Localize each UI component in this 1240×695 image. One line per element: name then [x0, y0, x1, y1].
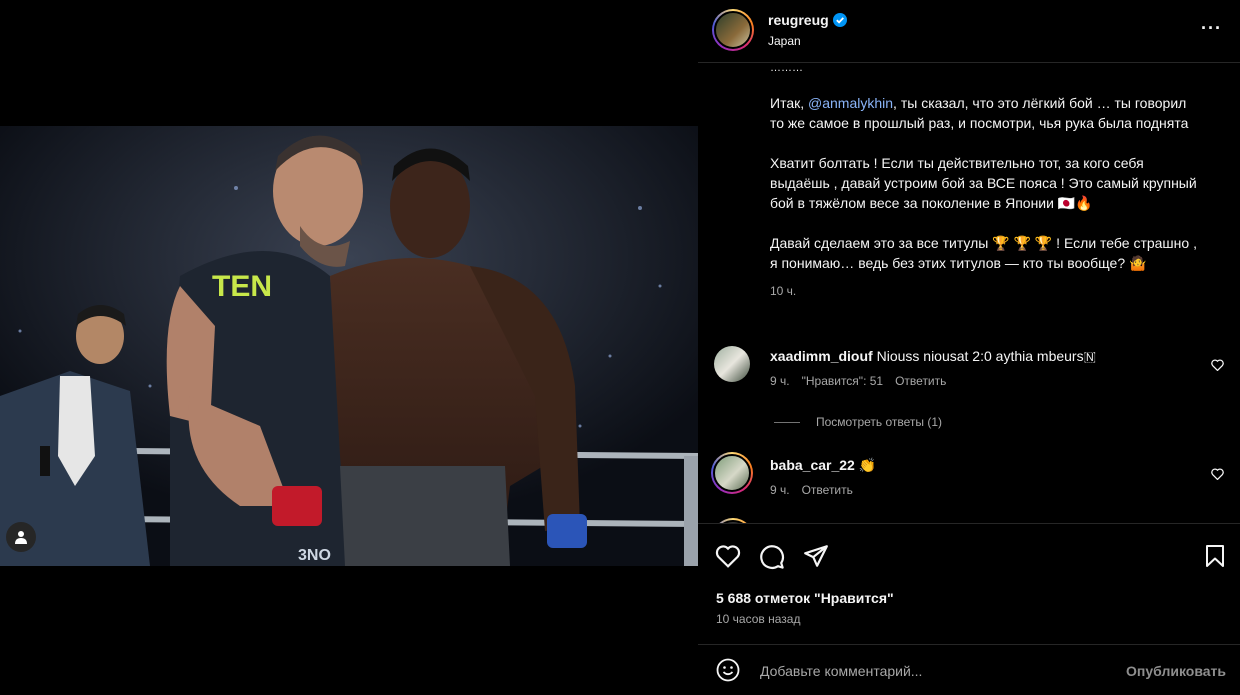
comment-time[interactable]: 9 ч. — [770, 483, 790, 497]
share-button[interactable] — [803, 544, 829, 573]
comment-text-row: baba_car_22 👏 — [770, 457, 1200, 474]
author-avatar[interactable] — [712, 9, 754, 51]
commenter-username[interactable]: xaadimm_diouf — [770, 348, 873, 364]
post-media: TEN 3NO — [0, 0, 698, 694]
mention-link[interactable]: @anmalykhin — [808, 95, 893, 111]
heart-icon — [1211, 359, 1224, 372]
heart-icon — [715, 545, 741, 568]
comment-reply-button[interactable]: Ответить — [802, 483, 853, 497]
author-username[interactable]: reugreug — [768, 12, 829, 28]
paper-plane-icon — [804, 545, 828, 567]
heart-icon — [1211, 468, 1224, 481]
view-replies-label: Посмотреть ответы (1) — [816, 415, 943, 429]
post-details-panel: reugreug Japan ··· ……… Итак, @anmalykhin… — [698, 0, 1240, 694]
commenter-username[interactable]: baba_car_22 — [770, 457, 855, 473]
caption-time[interactable]: 10 ч. — [770, 281, 1200, 301]
verified-badge-icon — [832, 13, 847, 27]
commenter-avatar[interactable] — [711, 452, 753, 494]
comment-text: Niouss niousat 2:0 aythia mbeurs🇳 — [876, 348, 1096, 364]
caption-paragraph-3: Давай сделаем это за все титулы 🏆 🏆 🏆 ! … — [770, 235, 1197, 271]
comment-item: xaadimm_diouf Niouss niousat 2:0 aythia … — [714, 346, 1224, 396]
user-tag-icon — [15, 531, 27, 544]
post-caption: ……… Итак, @anmalykhin, ты сказал, что эт… — [770, 63, 1200, 301]
post-time[interactable]: 10 часов назад — [716, 612, 800, 626]
emoji-button[interactable] — [716, 658, 740, 687]
comment-reply-button[interactable]: Ответить — [895, 374, 946, 388]
comment-input[interactable]: Добавьте комментарий... — [760, 663, 922, 679]
comment-likes[interactable]: "Нравится": 51 — [802, 374, 884, 388]
comment-bubble-icon — [760, 545, 784, 569]
smiley-icon — [716, 658, 740, 682]
tagged-users-button[interactable] — [6, 522, 36, 552]
comment-like-button[interactable] — [1211, 467, 1224, 485]
bookmark-icon — [1206, 545, 1224, 567]
caption-paragraph-1: Итак, @anmalykhin, ты сказал, что это лё… — [770, 93, 1200, 133]
post-header: reugreug Japan ··· — [698, 0, 1240, 63]
comment-item: baba_car_22 👏 9 ч. Ответить — [711, 452, 1224, 505]
glove-text: 3NO — [298, 547, 331, 564]
shirt-text: TEN — [212, 270, 272, 303]
comment-meta: 9 ч. "Нравится": 51 Ответить — [770, 374, 946, 388]
more-options-icon[interactable]: ··· — [1201, 18, 1222, 39]
post-location[interactable]: Japan — [768, 34, 801, 48]
publish-button[interactable]: Опубликовать — [1126, 663, 1226, 679]
caption-paragraph-2: Хватит болтать ! Если ты действительно т… — [770, 155, 1197, 211]
caption-dots: ……… — [770, 63, 803, 74]
comment-text: 👏 — [858, 457, 877, 473]
view-replies-button[interactable]: Посмотреть ответы (1) — [774, 415, 942, 429]
comment-like-button[interactable] — [1211, 358, 1224, 376]
likes-count[interactable]: 5 688 отметок "Нравится" — [716, 590, 894, 606]
post-photo[interactable]: TEN 3NO — [0, 126, 698, 566]
replies-divider — [774, 421, 800, 423]
photo-illustration: TEN 3NO — [0, 126, 698, 566]
caption-p1-prefix: Итак, — [770, 95, 809, 111]
comment-button[interactable] — [759, 544, 785, 575]
author-name-row: reugreug — [768, 12, 847, 28]
save-button[interactable] — [1204, 544, 1226, 573]
comment-text-row: xaadimm_diouf Niouss niousat 2:0 aythia … — [770, 348, 1200, 365]
comment-meta: 9 ч. Ответить — [770, 483, 853, 497]
like-button[interactable] — [715, 544, 741, 573]
commenter-avatar[interactable] — [714, 346, 750, 382]
comments-scroll-area[interactable]: ……… Итак, @anmalykhin, ты сказал, что эт… — [698, 63, 1240, 523]
comment-time[interactable]: 9 ч. — [770, 374, 790, 388]
post-actions: 5 688 отметок "Нравится" 10 часов назад — [698, 523, 1240, 644]
add-comment-bar: Добавьте комментарий... Опубликовать — [698, 644, 1240, 695]
